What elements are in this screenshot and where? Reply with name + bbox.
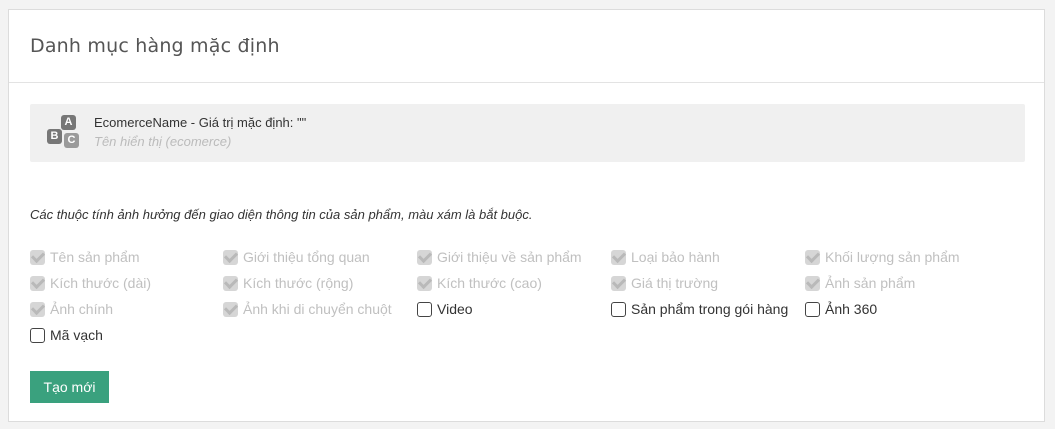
unchecked-checkbox-icon[interactable] <box>805 301 820 317</box>
attribute-checkbox: Loại bảo hành <box>611 247 720 267</box>
attribute-label: Ảnh khi di chuyển chuột <box>243 301 392 317</box>
checked-checkbox-icon <box>223 275 238 291</box>
checked-checkbox-icon <box>805 249 820 265</box>
checked-checkbox-icon <box>611 275 626 291</box>
attribute-label: Khối lượng sản phẩm <box>825 249 960 265</box>
checked-checkbox-icon <box>30 275 45 291</box>
attribute-label: Kích thước (rộng) <box>243 275 354 291</box>
attribute-checkbox[interactable]: Ảnh 360 <box>805 299 877 319</box>
attribute-label: Loại bảo hành <box>631 249 720 265</box>
unchecked-checkbox-icon[interactable] <box>611 301 626 317</box>
attribute-label: Giá thị trường <box>631 275 719 291</box>
attribute-label: Sản phẩm trong gói hàng <box>631 301 789 317</box>
attribute-label: Kích thước (cao) <box>437 275 542 291</box>
attribute-label: Ảnh chính <box>50 301 114 317</box>
ecomerce-name-field[interactable]: A B C EcomerceName - Giá trị mặc định: "… <box>30 104 1025 162</box>
checked-checkbox-icon <box>417 249 432 265</box>
panel-header: Danh mục hàng mặc định <box>9 10 1044 83</box>
attribute-checkbox: Ảnh chính <box>30 299 113 319</box>
attribute-checkbox: Ảnh khi di chuyển chuột <box>223 299 392 319</box>
attributes-note: Các thuộc tính ảnh hưởng đến giao diện t… <box>30 207 533 222</box>
attribute-label: Mã vạch <box>50 327 103 343</box>
attribute-label: Tên sản phẩm <box>50 249 140 265</box>
abc-icon-letter-b: B <box>47 129 62 144</box>
attribute-checkbox: Giá thị trường <box>611 273 718 293</box>
attribute-checkbox: Kích thước (rộng) <box>223 273 353 293</box>
checked-checkbox-icon <box>30 249 45 265</box>
abc-icon-letter-c: C <box>64 133 79 148</box>
attribute-checkbox: Kích thước (dài) <box>30 273 151 293</box>
default-category-panel: Danh mục hàng mặc định A B C EcomerceNam… <box>8 9 1045 422</box>
attribute-checkbox: Kích thước (cao) <box>417 273 542 293</box>
checked-checkbox-icon <box>223 301 238 317</box>
checked-checkbox-icon <box>417 275 432 291</box>
field-label: EcomerceName - Giá trị mặc định: "" <box>94 115 307 130</box>
attribute-label: Giới thiệu về sản phẩm <box>437 249 582 265</box>
attribute-label: Ảnh 360 <box>825 301 878 317</box>
attribute-label: Kích thước (dài) <box>50 275 152 291</box>
create-button[interactable]: Tạo mới <box>30 371 109 403</box>
checked-checkbox-icon <box>805 275 820 291</box>
unchecked-checkbox-icon[interactable] <box>30 327 45 343</box>
checked-checkbox-icon <box>223 249 238 265</box>
checked-checkbox-icon <box>30 301 45 317</box>
attribute-checkbox[interactable]: Mã vạch <box>30 325 103 345</box>
attribute-checkbox: Giới thiệu tổng quan <box>223 247 370 267</box>
attribute-checkbox: Ảnh sản phẩm <box>805 273 915 293</box>
field-hint: Tên hiển thị (ecomerce) <box>94 134 232 149</box>
attribute-label: Ảnh sản phẩm <box>825 275 916 291</box>
checked-checkbox-icon <box>611 249 626 265</box>
abc-icon-letter-a: A <box>61 115 76 130</box>
panel-title: Danh mục hàng mặc định <box>30 35 280 57</box>
attribute-checkbox: Khối lượng sản phẩm <box>805 247 960 267</box>
attribute-checkbox[interactable]: Sản phẩm trong gói hàng <box>611 299 788 319</box>
unchecked-checkbox-icon[interactable] <box>417 301 432 317</box>
attribute-checkbox[interactable]: Video <box>417 299 473 319</box>
attribute-checkbox: Giới thiệu về sản phẩm <box>417 247 582 267</box>
attribute-label: Video <box>437 301 473 317</box>
attribute-checkbox: Tên sản phẩm <box>30 247 140 267</box>
abc-text-icon: A B C <box>47 114 83 150</box>
attribute-label: Giới thiệu tổng quan <box>243 249 370 265</box>
